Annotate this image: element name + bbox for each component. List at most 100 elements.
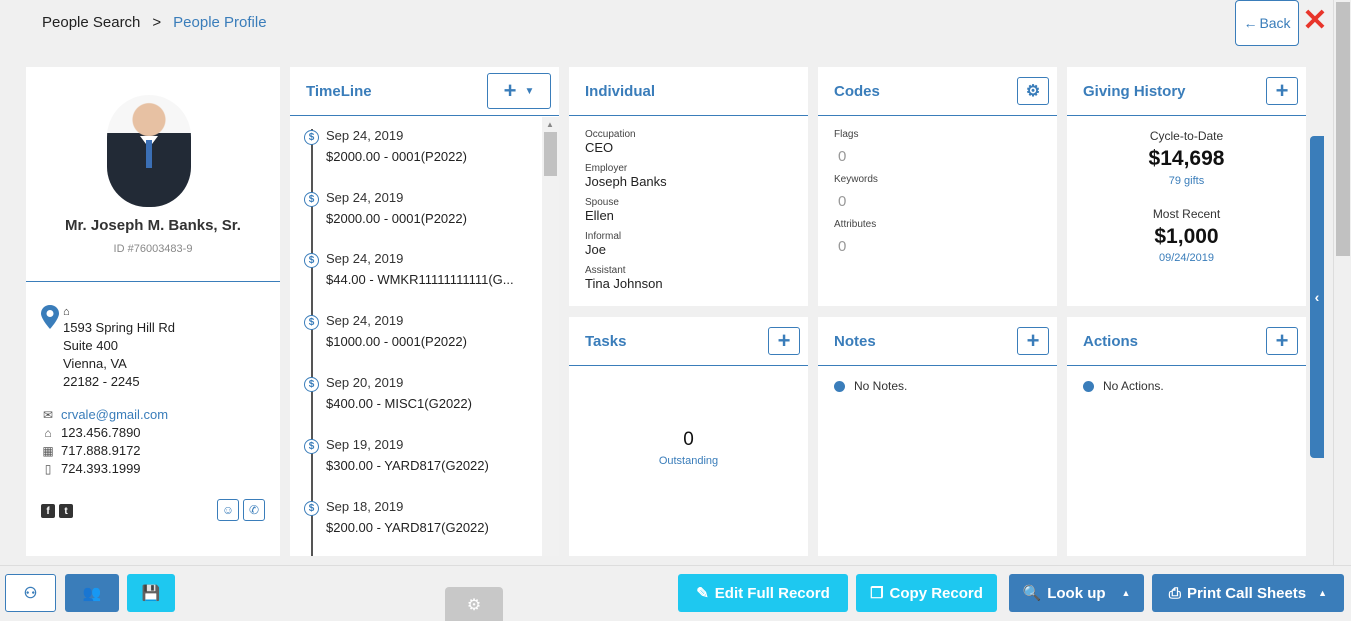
cycle-to-date-amount: $14,698 [1148,147,1225,170]
field-label: Assistant [585,265,626,276]
notes-header: Notes + [818,317,1057,366]
phone-icon[interactable]: ✆ [243,499,265,521]
outstanding-link[interactable]: Outstanding [569,455,808,467]
twitter-icon[interactable]: t [59,504,73,518]
email-row: ✉ crvale@gmail.com [41,407,168,422]
timeline-amount: $2000.00 - 0001(P2022) [326,211,467,226]
bullet-icon [834,380,845,392]
close-icon[interactable]: ✕ [1301,6,1329,36]
dollar-icon: $ [304,377,319,392]
field-value: Joe [585,242,606,257]
task-count: 0 [683,429,694,450]
facebook-icon[interactable]: f [41,504,55,518]
search-doc-icon: 🔍 [1022,585,1042,602]
actions-empty-text: No Actions. [1103,379,1164,393]
most-recent-amount: $1,000 [1154,225,1219,248]
individual-card: Individual Occupation CEO Employer Josep… [569,67,808,306]
add-gift-button[interactable]: + [1266,77,1298,105]
contact-card-icon[interactable]: ☺ [217,499,239,521]
timeline-card: TimeLine + ▼ $ Sep 24, 2019 $2000.00 - 0… [290,67,559,556]
work-phone: 717.888.9172 [61,443,141,458]
timeline-amount: $2000.00 - 0001(P2022) [326,149,467,164]
bullet-icon [1083,380,1094,392]
attributes-label: Attributes [834,219,877,230]
attributes-value: 0 [838,238,847,255]
tasks-title: Tasks [585,332,627,350]
breadcrumb-separator: > [152,14,162,31]
tasks-header: Tasks + [569,317,808,366]
dollar-icon: $ [304,130,319,145]
side-panel-toggle[interactable]: ‹ [1310,136,1324,458]
field-label: Occupation [585,129,636,140]
tasks-card: Tasks + 0 Outstanding [569,317,808,556]
page-scrollbar[interactable] [1333,0,1351,565]
back-button[interactable]: ← Back [1235,0,1299,46]
edit-full-record-button[interactable]: ✎ Edit Full Record [678,574,848,612]
timeline-date: Sep 18, 2019 [326,499,404,514]
timeline-scrollbar[interactable]: ▲ [542,117,559,556]
scrollbar-thumb[interactable] [544,132,557,176]
address-line: 1593 Spring Hill Rd [63,320,176,335]
add-task-button[interactable]: + [768,327,800,355]
timeline-date: Sep 24, 2019 [326,128,404,143]
map-pin-icon[interactable] [40,305,60,329]
gift-count-link[interactable]: 79 gifts [1067,175,1306,187]
lookup-dropdown-button[interactable]: 🔍 Look up ▲ [1009,574,1144,612]
field-label: Employer [585,163,628,174]
field-occupation: Occupation CEO [585,129,636,155]
home-icon: ⌂ [44,425,52,440]
bottom-toolbar: ⚇ 👥 💾 ⚙ ✎ Edit Full Record ❐ Copy Record… [0,565,1351,621]
timeline-title: TimeLine [306,82,372,100]
profile-name: Mr. Joseph M. Banks, Sr. [65,217,241,234]
profile-actions: ☺ ✆ [217,499,265,521]
copy-record-button[interactable]: ❐ Copy Record [856,574,997,612]
cycle-to-date-label: Cycle-to-Date [1149,129,1224,143]
scrollbar-thumb[interactable] [1336,2,1350,256]
add-timeline-dropdown[interactable]: + ▼ [487,73,551,109]
gear-icon: ⚙ [466,596,482,614]
avatar [107,95,191,207]
work-phone-row: ▦ 717.888.9172 [41,443,141,458]
home-small-icon: ⌂ [63,306,70,318]
individual-title: Individual [585,82,656,100]
notes-empty: No Notes. [834,379,907,393]
plus-icon: + [1275,78,1289,103]
lookup-label: Look up [1047,584,1106,602]
field-assistant: Assistant Tina Johnson [585,265,663,291]
timeline-amount: $400.00 - MISC1(G2022) [326,396,472,411]
settings-tab[interactable]: ⚙ [445,587,503,621]
save-icon: 💾 [141,585,161,602]
household-button[interactable]: 👥 [65,574,119,612]
actions-title: Actions [1083,332,1139,350]
codes-settings-button[interactable]: ⚙ [1017,77,1049,105]
gear-icon: ⚙ [1025,83,1041,100]
relationship-button[interactable]: ⚇ [5,574,56,612]
caret-down-icon: ▼ [524,85,535,97]
profile-id: ID #76003483-9 [113,243,193,255]
scroll-up-icon[interactable]: ▲ [546,120,554,129]
notes-card: Notes + No Notes. [818,317,1057,556]
print-call-sheets-button[interactable]: ⎙ Print Call Sheets ▲ [1152,574,1344,612]
profile-card: Mr. Joseph M. Banks, Sr. ID #76003483-9 … [26,67,280,556]
chevron-left-icon: ‹ [1314,289,1320,305]
field-value: Ellen [585,208,614,223]
dollar-icon: $ [304,439,319,454]
add-note-button[interactable]: + [1017,327,1049,355]
field-label: Spouse [585,197,619,208]
mobile-icon: ▯ [44,461,52,476]
most-recent-date[interactable]: 09/24/2019 [1067,252,1306,264]
divider [26,281,280,282]
giving-history-card: Giving History + Cycle-to-Date $14,698 7… [1067,67,1306,306]
breadcrumb-root[interactable]: People Search [42,14,140,31]
save-button[interactable]: 💾 [127,574,175,612]
field-value: CEO [585,140,614,155]
email-link[interactable]: crvale@gmail.com [61,407,168,422]
breadcrumb-current: People Profile [173,14,267,31]
plus-icon: + [1275,328,1289,353]
address-line: 22182 - 2245 [63,374,140,389]
dollar-icon: $ [304,501,319,516]
giving-header: Giving History + [1067,67,1306,116]
giving-title: Giving History [1083,82,1186,100]
add-action-button[interactable]: + [1266,327,1298,355]
address-block: ⌂ 1593 Spring Hill Rd Suite 400 Vienna, … [63,305,175,391]
